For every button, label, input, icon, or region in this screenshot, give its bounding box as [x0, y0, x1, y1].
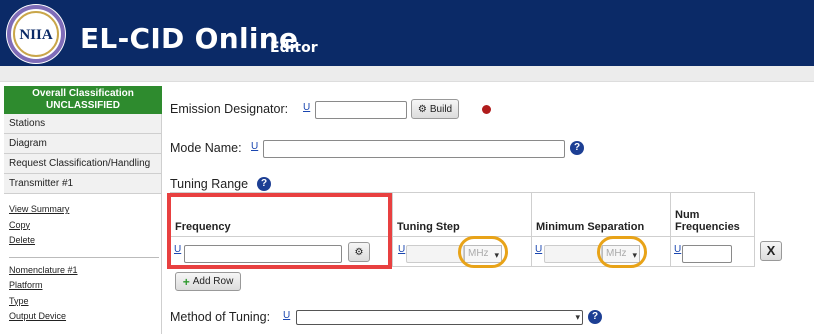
header-subbar: [0, 66, 814, 82]
build-button-label: Build: [429, 103, 453, 115]
highlight-box: [167, 193, 392, 269]
app-title: EL-CID Online: [80, 22, 299, 55]
tuning-range-label: Tuning Range: [170, 177, 249, 191]
emission-designator-label: Emission Designator:: [170, 102, 289, 116]
tuning-step-input[interactable]: [406, 245, 464, 263]
emission-designator-input[interactable]: [315, 101, 407, 119]
emission-classification-link[interactable]: U: [303, 102, 310, 113]
add-row-button-label: Add Row: [192, 276, 234, 287]
classification-banner: Overall Classification UNCLASSIFIED: [4, 86, 162, 114]
add-row-button[interactable]: + Add Row: [175, 272, 241, 291]
output-device-link[interactable]: Output Device: [9, 309, 161, 325]
highlight-ring: [458, 236, 508, 268]
help-icon[interactable]: ?: [570, 141, 584, 155]
chevron-down-icon: ▾: [575, 312, 580, 322]
tuning-step-header: Tuning Step: [392, 192, 532, 237]
method-of-tuning-label: Method of Tuning:: [170, 310, 271, 324]
app-subtitle: Editor: [270, 40, 318, 56]
help-icon[interactable]: ?: [588, 310, 602, 324]
svg-text:NIIA: NIIA: [19, 27, 53, 43]
classification-label: Overall Classification: [32, 88, 134, 99]
tuning-step-classification-link[interactable]: U: [398, 244, 405, 255]
mode-name-input[interactable]: [263, 140, 565, 158]
sidebar-item-transmitter[interactable]: Transmitter #1: [4, 174, 161, 194]
method-classification-link[interactable]: U: [283, 310, 290, 321]
copy-link[interactable]: Copy: [9, 218, 161, 234]
editor-form: Emission Designator: U ⚙ Build Mode Name…: [162, 82, 814, 334]
type-link[interactable]: Type: [9, 294, 161, 310]
separation-classification-link[interactable]: U: [535, 244, 542, 255]
delete-link[interactable]: Delete: [9, 233, 161, 249]
sidebar-item-diagram[interactable]: Diagram: [4, 134, 161, 154]
view-summary-link[interactable]: View Summary: [9, 202, 161, 218]
classification-value: UNCLASSIFIED: [46, 100, 120, 111]
mode-classification-link[interactable]: U: [251, 141, 258, 152]
num-frequencies-header: Num Frequencies: [670, 192, 755, 237]
sidebar-item-stations[interactable]: Stations: [4, 114, 161, 134]
gear-icon: ⚙: [417, 103, 427, 115]
platform-link[interactable]: Platform: [9, 278, 161, 294]
sidebar: Overall Classification UNCLASSIFIED Stat…: [4, 86, 162, 334]
num-frequencies-classification-link[interactable]: U: [674, 244, 681, 255]
help-icon[interactable]: ?: [257, 177, 271, 191]
delete-row-button[interactable]: X: [760, 241, 782, 261]
highlight-ring: [597, 236, 647, 268]
num-frequencies-input[interactable]: [682, 245, 732, 263]
minimum-separation-input[interactable]: [544, 245, 602, 263]
app-header: NIIA EL-CID Online Editor: [0, 0, 814, 66]
build-button[interactable]: ⚙ Build: [411, 99, 459, 119]
sidebar-item-request-classification[interactable]: Request Classification/Handling: [4, 154, 161, 174]
sidebar-divider: [9, 256, 159, 258]
minimum-separation-header: Minimum Separation: [531, 192, 671, 237]
sidebar-links: View Summary Copy Delete Nomenclature #1…: [4, 194, 161, 325]
mode-name-label: Mode Name:: [170, 141, 242, 155]
niia-logo: NIIA: [6, 4, 66, 64]
nomenclature-link[interactable]: Nomenclature #1: [9, 263, 161, 279]
method-of-tuning-select[interactable]: ▾: [296, 310, 583, 325]
status-dot: [482, 105, 491, 114]
plus-icon: +: [182, 274, 190, 289]
